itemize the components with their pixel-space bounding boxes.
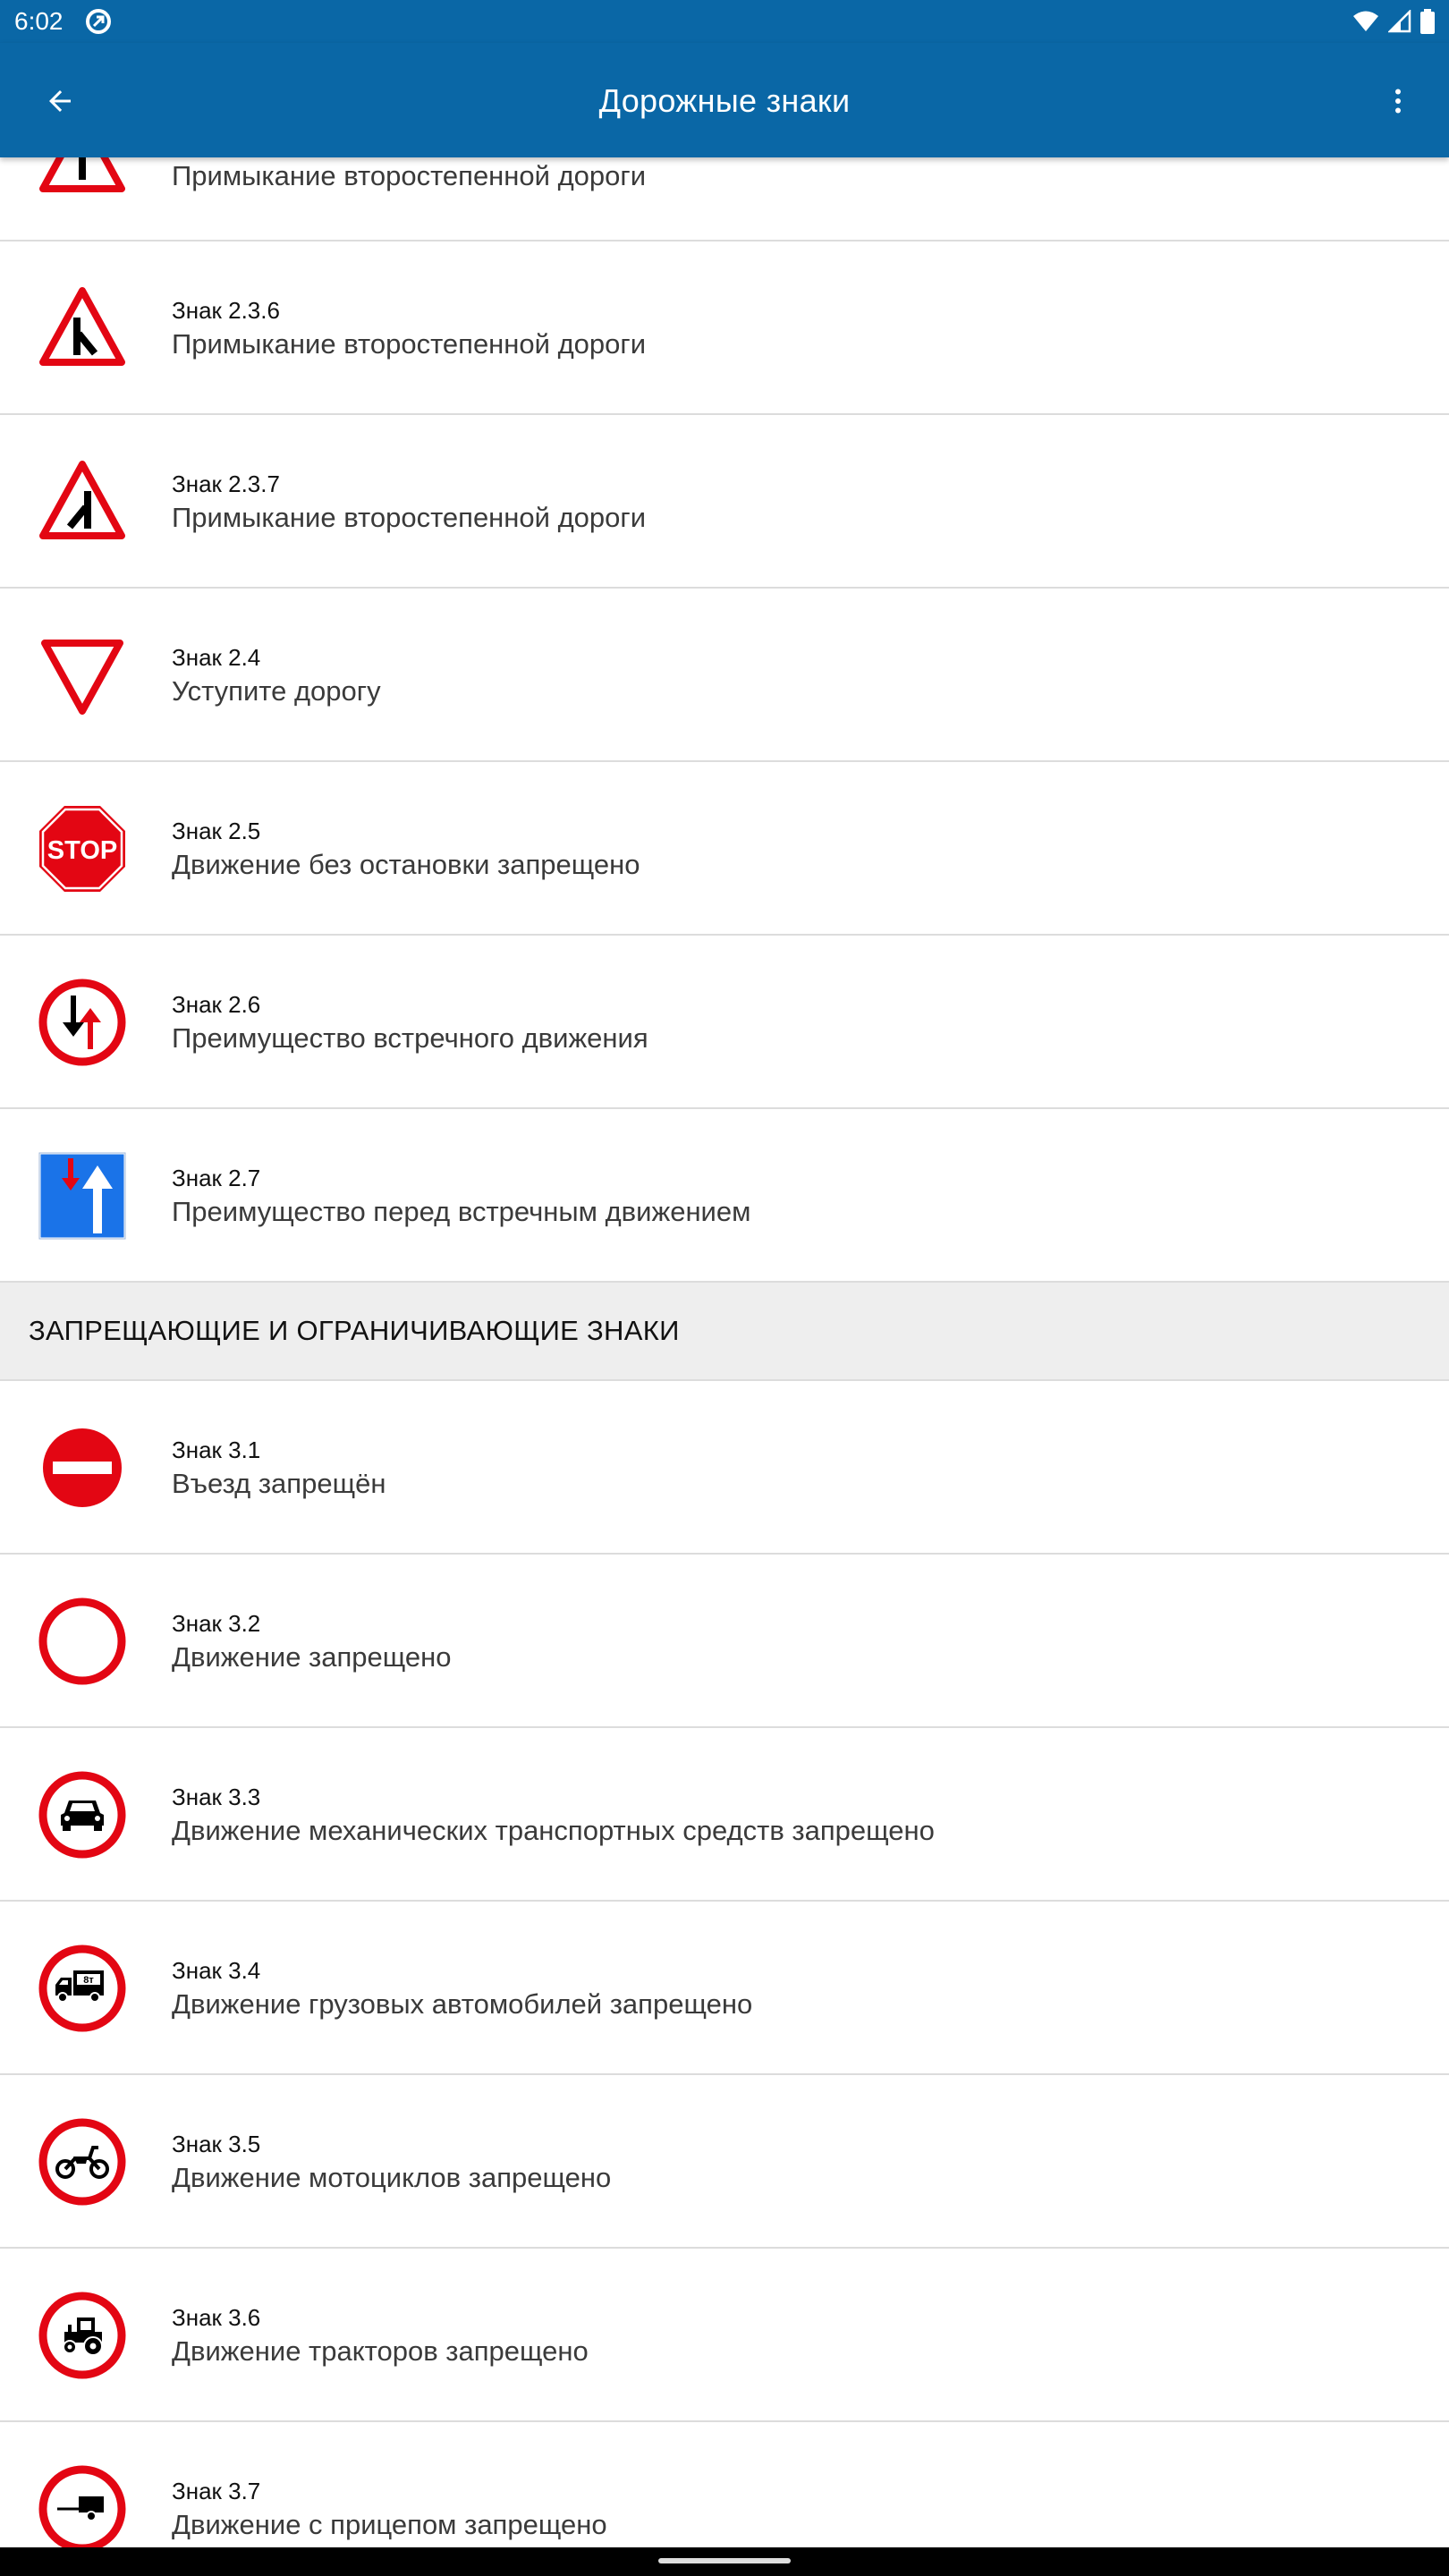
list-item-description: Примыкание второстепенной дороги: [172, 328, 647, 360]
list-item-description: Движение тракторов запрещено: [172, 2335, 589, 2367]
no-trailers-icon: [38, 2465, 126, 2553]
list-item-text: Знак 2.3.6 Примыкание второстепенной дор…: [172, 295, 646, 363]
list-item[interactable]: Знак 2.6 Преимущество встречного движени…: [0, 936, 1449, 1109]
list-item[interactable]: Знак 3.2 Движение запрещено: [0, 1555, 1449, 1728]
wifi-icon: [1353, 11, 1378, 31]
section-header: ЗАПРЕЩАЮЩИЕ И ОГРАНИЧИВАЮЩИЕ ЗНАКИ: [0, 1283, 1449, 1381]
list-item[interactable]: Знак 2.4 Уступите дорогу: [0, 589, 1449, 762]
list-item[interactable]: Знак 2.3.6 Примыкание второстепенной дор…: [0, 242, 1449, 415]
list-item-title: Знак 3.5: [172, 2131, 261, 2157]
screen: 6:02 Дорожные знаки Примыкание второстеп…: [0, 0, 1449, 2576]
list-item[interactable]: Знак 3.6 Движение тракторов запрещено: [0, 2249, 1449, 2422]
page-title: Дорожные знаки: [598, 82, 851, 119]
list-item-text: Знак 3.6 Движение тракторов запрещено: [172, 2302, 589, 2370]
svg-text:STOP: STOP: [47, 836, 117, 865]
list-item[interactable]: Примыкание второстепенной дороги: [0, 157, 1449, 242]
list-item-title: Знак 2.4: [172, 644, 261, 671]
list-item-description: Движение запрещено: [172, 1641, 452, 1673]
list-item-text: Знак 3.1 Въезд запрещён: [172, 1435, 386, 1503]
status-bar: 6:02: [0, 0, 1449, 43]
list-item-text: Знак 2.3.7 Примыкание второстепенной дор…: [172, 469, 646, 537]
stop-sign-icon: STOP: [39, 806, 125, 892]
oncoming-priority-icon: [38, 979, 126, 1066]
list-item-description: Движение механических транспортных средс…: [172, 1815, 935, 1846]
list-item-title: Знак 3.2: [172, 1610, 261, 1637]
list-item-description: Движение с прицепом запрещено: [172, 2509, 607, 2540]
truck-weight-label: 8т: [83, 1975, 94, 1986]
list-item-text: Примыкание второстепенной дороги: [172, 157, 646, 195]
list-item-description: Преимущество перед встречным движением: [172, 1196, 751, 1227]
list-item-description: Движение грузовых автомобилей запрещено: [172, 1988, 753, 2020]
list-item[interactable]: STOP Знак 2.5 Движение без остановки зап…: [0, 762, 1449, 936]
signs-list: Примыкание второстепенной дороги Знак 2.…: [0, 157, 1449, 2576]
list-item-description: Уступите дорогу: [172, 675, 381, 707]
no-motor-vehicles-icon: [38, 1771, 126, 1859]
list-item[interactable]: Знак 2.7 Преимущество перед встречным дв…: [0, 1109, 1449, 1283]
no-trucks-icon: 8т: [38, 1945, 126, 2032]
list-item-text: Знак 2.4 Уступите дорогу: [172, 642, 381, 710]
list-item-text: Знак 3.3 Движение механических транспорт…: [172, 1782, 935, 1850]
list-item-title: Знак 3.4: [172, 1957, 261, 1984]
list-item-title: Знак 3.1: [172, 1436, 261, 1463]
no-vehicles-icon: [38, 1597, 126, 1685]
list-item-title: Знак 2.3.7: [172, 470, 280, 497]
list-item-description: Примыкание второстепенной дороги: [172, 160, 647, 191]
list-item[interactable]: Знак 3.3 Движение механических транспорт…: [0, 1728, 1449, 1902]
app-notification-icon: [86, 9, 111, 34]
list-item-description: Въезд запрещён: [172, 1468, 386, 1499]
app-bar: Дорожные знаки: [0, 43, 1449, 157]
list-item-title: Знак 2.6: [172, 991, 261, 1018]
yield-sign-icon: [41, 640, 123, 715]
list-item-text: Знак 3.7 Движение с прицепом запрещено: [172, 2476, 607, 2544]
no-motorcycles-icon: [38, 2118, 126, 2206]
list-item-text: Знак 3.5 Движение мотоциклов запрещено: [172, 2129, 611, 2197]
list-item-title: Знак 3.6: [172, 2304, 261, 2331]
navigation-bar: [0, 2547, 1449, 2576]
signal-icon: [1388, 10, 1411, 33]
list-item-text: Знак 3.2 Движение запрещено: [172, 1608, 452, 1676]
list-item-text: Знак 2.7 Преимущество перед встречным дв…: [172, 1163, 750, 1231]
no-tractors-icon: [38, 2292, 126, 2379]
list-item[interactable]: Знак 3.1 Въезд запрещён: [0, 1381, 1449, 1555]
overflow-menu-button[interactable]: [1374, 77, 1422, 125]
list-item-title: Знак 3.7: [172, 2478, 261, 2504]
list-item-text: Знак 2.6 Преимущество встречного движени…: [172, 989, 648, 1057]
list-item-description: Примыкание второстепенной дороги: [172, 502, 647, 533]
list-item-description: Движение мотоциклов запрещено: [172, 2162, 612, 2193]
warning-side-road-right-icon: [39, 287, 125, 366]
list-item-text: Знак 3.4 Движение грузовых автомобилей з…: [172, 1955, 752, 2023]
priority-over-oncoming-icon: [38, 1151, 127, 1241]
warning-side-road-icon: [39, 157, 125, 192]
warning-side-road-left-icon: [39, 461, 125, 539]
section-title: ЗАПРЕЩАЮЩИЕ И ОГРАНИЧИВАЮЩИЕ ЗНАКИ: [29, 1315, 680, 1346]
home-gesture-handle[interactable]: [658, 2558, 791, 2563]
list-item-description: Преимущество встречного движения: [172, 1022, 648, 1054]
status-time: 6:02: [14, 7, 64, 35]
battery-icon: [1420, 9, 1435, 34]
list-item[interactable]: Знак 2.3.7 Примыкание второстепенной дор…: [0, 415, 1449, 589]
list-item-text: Знак 2.5 Движение без остановки запрещен…: [172, 816, 640, 884]
list-item[interactable]: 8т Знак 3.4 Движение грузовых автомобиле…: [0, 1902, 1449, 2075]
list-item-title: Знак 2.3.6: [172, 297, 280, 324]
list-item-description: Движение без остановки запрещено: [172, 849, 640, 880]
list-item-title: Знак 2.7: [172, 1165, 261, 1191]
list-item[interactable]: Знак 3.5 Движение мотоциклов запрещено: [0, 2075, 1449, 2249]
status-icons: [1352, 7, 1435, 36]
more-vert-icon: [1395, 89, 1401, 114]
list-item-title: Знак 3.3: [172, 1784, 261, 1810]
list-item-title: Знак 2.5: [172, 818, 261, 844]
no-entry-icon: [40, 1426, 124, 1510]
